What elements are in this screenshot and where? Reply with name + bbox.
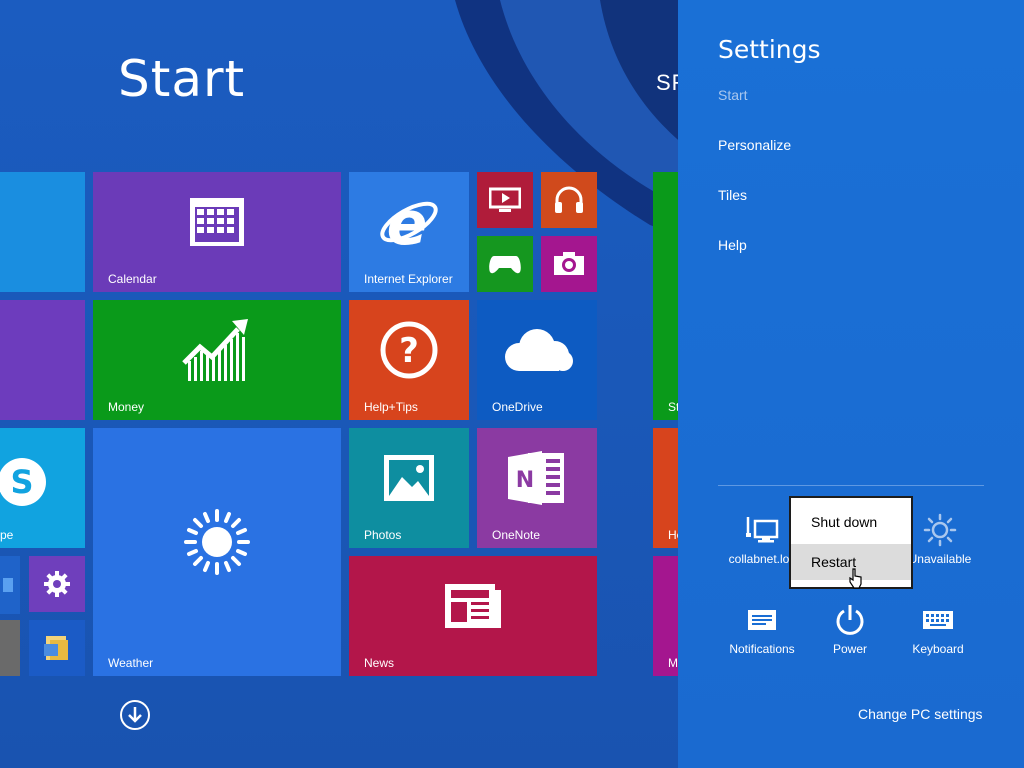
tile-label: Internet Explorer (364, 272, 453, 286)
tile-partial-top-left[interactable] (0, 172, 85, 292)
all-apps-button[interactable] (120, 700, 150, 730)
tile-label: He (668, 528, 678, 542)
tile-store-partial[interactable]: St (653, 172, 678, 420)
tile-partial-purple-left[interactable] (0, 300, 85, 420)
settings-link-tiles[interactable]: Tiles (718, 187, 747, 203)
tile-internet-explorer[interactable]: e Internet Explorer (349, 172, 469, 292)
shut-down-menu-item[interactable]: Shut down (791, 504, 911, 540)
question-mark-icon: ? (349, 300, 469, 410)
sun-icon (93, 428, 341, 666)
tile-weather[interactable]: Weather (93, 428, 341, 676)
power-icon (802, 600, 898, 640)
cloud-icon (477, 300, 597, 410)
tile-onenote[interactable]: N OneNote (477, 428, 597, 548)
settings-title: Settings (718, 35, 821, 64)
tile-file-explorer[interactable] (29, 620, 85, 676)
svg-text:S: S (10, 463, 33, 501)
notifications-button[interactable]: Notifications (714, 600, 810, 656)
photo-icon (349, 428, 469, 538)
tile-skype[interactable]: S pe (0, 428, 85, 548)
notifications-icon (714, 600, 810, 640)
separator (718, 485, 984, 486)
svg-text:e: e (387, 190, 428, 254)
folder-icon (29, 620, 85, 676)
tile-label: Money (108, 400, 145, 414)
headphones-icon (541, 172, 597, 228)
mouse-cursor-icon (849, 568, 862, 589)
chart-growth-icon (93, 300, 341, 410)
arrow-down-circle-icon (128, 707, 142, 723)
keyboard-button[interactable]: Keyboard (890, 600, 986, 656)
tile-calendar[interactable]: Calendar (93, 172, 341, 292)
xbox-controller-icon (477, 236, 533, 292)
gear-icon (29, 556, 85, 612)
tile-label: News (364, 656, 395, 670)
tile-label: OneNote (492, 528, 541, 542)
settings-link-personalize[interactable]: Personalize (718, 137, 791, 153)
tile-pc-settings[interactable] (29, 556, 85, 612)
tile-money[interactable]: Money (93, 300, 341, 420)
tile-onedrive[interactable]: OneDrive (477, 300, 597, 420)
tile-help-tips[interactable]: ? Help+Tips (349, 300, 469, 420)
change-pc-settings-link[interactable]: Change PC settings (858, 706, 983, 722)
power-button[interactable]: Power (802, 600, 898, 656)
desktop-icon (0, 556, 20, 614)
tile-label: Help+Tips (364, 400, 418, 414)
tile-games[interactable] (477, 236, 533, 292)
news-icon (349, 556, 597, 666)
camera-icon (541, 236, 597, 292)
tile-label: St (668, 400, 678, 414)
tile-label: OneDrive (492, 400, 543, 414)
settings-link-start: Start (718, 87, 748, 103)
tile-news[interactable]: News (349, 556, 597, 676)
power-label: Power (832, 642, 867, 656)
svg-text:N: N (516, 468, 534, 493)
keyboard-icon (890, 600, 986, 640)
onenote-icon: N (477, 428, 597, 538)
tile-photos[interactable]: Photos (349, 428, 469, 548)
tile-maps-partial[interactable]: M (653, 556, 678, 676)
calendar-icon (93, 172, 341, 282)
tile-label: Photos (364, 528, 402, 542)
tile-label: pe (0, 528, 14, 542)
tile-label: Weather (108, 656, 154, 670)
settings-link-help[interactable]: Help (718, 237, 747, 253)
notifications-label: Notifications (729, 642, 795, 656)
tile-camera[interactable] (541, 236, 597, 292)
tile-gray-partial[interactable] (0, 620, 20, 676)
tile-desktop-partial[interactable] (0, 556, 20, 614)
tile-music[interactable] (541, 172, 597, 228)
internet-explorer-icon: e (349, 172, 469, 282)
keyboard-label: Keyboard (912, 642, 964, 656)
tile-label: Calendar (108, 272, 157, 286)
settings-charm-pane: Settings Start Personalize Tiles Help co… (678, 0, 1024, 768)
tile-health-partial[interactable]: He (653, 428, 678, 548)
start-title: Start (118, 50, 246, 108)
svg-text:?: ? (399, 331, 419, 371)
video-icon (477, 172, 533, 228)
tile-label: M (668, 656, 678, 670)
tile-video[interactable] (477, 172, 533, 228)
